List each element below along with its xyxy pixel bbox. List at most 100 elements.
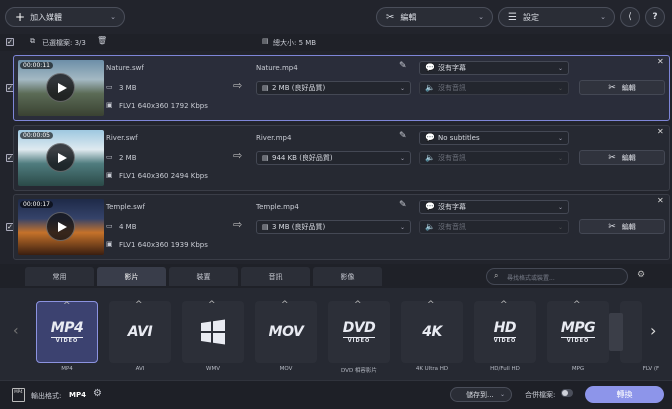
format-option[interactable]	[609, 301, 642, 363]
settings-menu-button[interactable]: ☰ 設定 ⌄	[498, 7, 615, 27]
output-size-label: 3 MB (良好品質)	[272, 223, 326, 231]
share-button[interactable]: ⟨	[620, 7, 640, 27]
close-icon[interactable]: ✕	[657, 57, 664, 66]
tab-0[interactable]: 常用	[25, 267, 94, 286]
output-filename[interactable]: River.mp4	[256, 134, 291, 142]
output-size-dropdown[interactable]: ▤ 2 MB (良好品質) ⌄	[256, 81, 411, 95]
output-size-dropdown[interactable]: ▤ 3 MB (良好品質) ⌄	[256, 220, 411, 234]
subtitles-dropdown[interactable]: 💬 沒有字幕 ⌄	[419, 200, 569, 214]
format-option[interactable]: ^ MP4 VIDEO	[36, 301, 98, 363]
format-logo: DVD VIDEO	[342, 320, 376, 344]
output-size-label: 944 KB (良好品質)	[272, 154, 333, 162]
duration-badge: 00:00:17	[20, 201, 53, 208]
chevron-up-icon: ^	[354, 300, 362, 310]
format-option[interactable]: ^ HD VIDEO	[474, 300, 536, 363]
play-icon[interactable]	[46, 143, 75, 172]
video-thumbnail[interactable]: 00:00:17	[18, 199, 104, 255]
format-label: AVI	[135, 366, 145, 372]
play-icon[interactable]	[46, 212, 75, 241]
format-logo: HD VIDEO	[493, 320, 517, 344]
sliders-icon: ☰	[508, 11, 517, 23]
format-search-input[interactable]: ⌕ 尋找格式或裝置...	[486, 268, 628, 285]
save-to-button[interactable]: 儲存到... ⌄	[450, 387, 512, 402]
tab-4[interactable]: 影像	[313, 267, 382, 286]
select-all-checkbox[interactable]: ✓	[6, 38, 14, 46]
format-option[interactable]: ^ 4K	[401, 300, 463, 363]
format-label: 4K Ultra HD	[415, 366, 449, 372]
file-row[interactable]: 00:00:05 River.swf ▭ 2 MB ▣ FLV1 640x360…	[13, 125, 670, 191]
play-icon[interactable]	[46, 73, 75, 102]
video-thumbnail[interactable]: 00:00:05	[18, 130, 104, 186]
subtitles-dropdown[interactable]: 💬 No subtitles ⌄	[419, 131, 569, 145]
add-media-label: 加入媒體	[30, 12, 63, 22]
merge-toggle[interactable]	[561, 389, 573, 397]
format-settings-icon[interactable]: ⚙	[637, 270, 645, 280]
output-format-value[interactable]: MP4	[69, 391, 86, 399]
file-row[interactable]: 00:00:17 Temple.swf ▭ 4 MB ▣ FLV1 640x36…	[13, 194, 670, 260]
subtitles-dropdown[interactable]: 💬 沒有字幕 ⌄	[419, 61, 569, 75]
format-option[interactable]: ^ MOV	[255, 300, 317, 363]
edit-menu-button[interactable]: ✂ 編輯 ⌄	[376, 7, 493, 27]
chevron-down-icon: ⌄	[399, 155, 405, 162]
chevron-down-icon: ⌄	[557, 65, 563, 72]
disk-icon: ▤	[262, 37, 269, 45]
plus-icon: +	[15, 10, 26, 24]
edit-file-button[interactable]: ✂ 編輯	[579, 150, 665, 165]
file-row[interactable]: 00:00:11 Nature.swf ▭ 3 MB ▣ FLV1 640x36…	[13, 55, 670, 121]
source-size: 4 MB	[119, 223, 137, 231]
chevron-up-icon: ^	[208, 300, 216, 310]
file-icon: ▤	[262, 154, 269, 162]
output-filename[interactable]: Temple.mp4	[256, 203, 299, 211]
format-option[interactable]: ^ AVI	[109, 300, 171, 363]
format-logo: MP4 VIDEO	[50, 320, 84, 344]
chevron-down-icon: ⌄	[557, 85, 563, 92]
source-size: 2 MB	[119, 154, 137, 162]
format-option[interactable]: ^	[182, 300, 244, 363]
question-icon: ?	[652, 12, 658, 22]
audio-label: 沒有音訊	[438, 154, 466, 162]
chevron-up-icon: ^	[135, 300, 143, 310]
edit-file-button[interactable]: ✂ 編輯	[579, 80, 665, 95]
format-option[interactable]: ^ MPG VIDEO	[547, 300, 609, 363]
chevron-up-icon: ^	[63, 301, 71, 311]
gear-icon[interactable]: ⚙	[93, 388, 102, 399]
audio-dropdown[interactable]: 🔈 沒有音訊 ⌄	[419, 81, 569, 95]
format-label: DVD 相容影片	[341, 368, 377, 374]
audio-dropdown[interactable]: 🔈 沒有音訊 ⌄	[419, 220, 569, 234]
scroll-left-icon[interactable]: ‹	[13, 323, 19, 339]
tab-3[interactable]: 音訊	[241, 267, 310, 286]
file-icon: ▭	[106, 153, 113, 161]
convert-arrow-icon: ⇨	[233, 79, 243, 92]
audio-dropdown[interactable]: 🔈 沒有音訊 ⌄	[419, 151, 569, 165]
pencil-icon[interactable]: ✎	[399, 131, 407, 141]
convert-button[interactable]: 轉換	[585, 386, 664, 403]
source-filename: Temple.swf	[106, 203, 145, 211]
output-format-icon: MP4	[12, 388, 25, 402]
trash-icon[interactable]: 🗑	[97, 36, 107, 45]
close-icon[interactable]: ✕	[657, 196, 664, 205]
edit-file-label: 編輯	[621, 153, 636, 162]
pencil-icon[interactable]: ✎	[399, 61, 407, 71]
speaker-icon: 🔈	[425, 222, 435, 231]
tab-1[interactable]: 影片	[97, 267, 166, 286]
pencil-icon[interactable]: ✎	[399, 200, 407, 210]
tab-label: 影像	[340, 272, 355, 281]
file-icon: ▤	[262, 84, 269, 92]
output-size-dropdown[interactable]: ▤ 944 KB (良好品質) ⌄	[256, 151, 411, 165]
video-thumbnail[interactable]: 00:00:11	[18, 60, 104, 116]
scroll-right-icon[interactable]: ›	[650, 321, 656, 340]
add-media-button[interactable]: + 加入媒體 ⌄	[5, 7, 125, 27]
source-info: FLV1 640x360 2494 Kbps	[119, 172, 208, 180]
close-icon[interactable]: ✕	[657, 127, 664, 136]
tab-2[interactable]: 裝置	[169, 267, 238, 286]
output-format-label: 輸出格式:	[31, 392, 62, 400]
format-label: WMV	[206, 366, 220, 372]
chevron-down-icon: ⌄	[499, 391, 505, 398]
chevron-up-icon: ^	[281, 300, 289, 310]
format-option[interactable]: ^ DVD VIDEO	[328, 300, 390, 363]
help-button[interactable]: ?	[645, 7, 665, 27]
edit-file-button[interactable]: ✂ 編輯	[579, 219, 665, 234]
chevron-up-icon: ^	[573, 300, 581, 310]
output-filename[interactable]: Nature.mp4	[256, 64, 298, 72]
duration-badge: 00:00:05	[20, 132, 53, 139]
